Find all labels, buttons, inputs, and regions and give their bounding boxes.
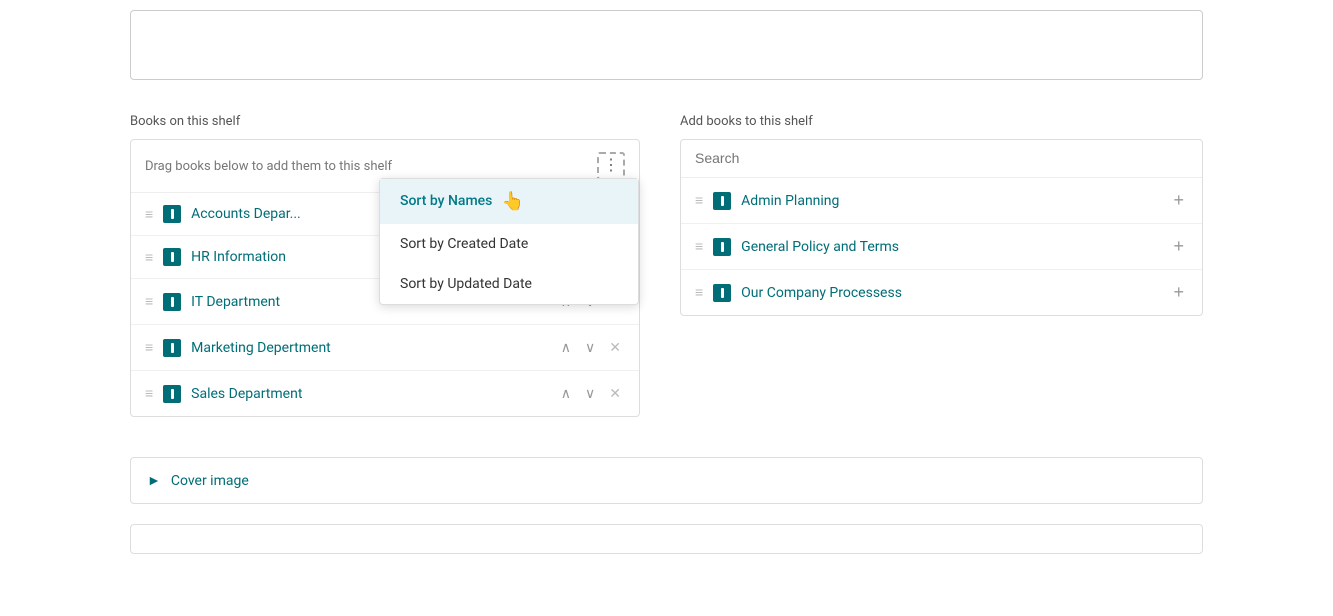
list-item: ≡ General Policy and Terms + bbox=[681, 224, 1202, 270]
book-icon bbox=[163, 205, 181, 223]
three-dots-button[interactable]: ⋮ bbox=[597, 152, 625, 180]
cursor-hand-icon: 👆 bbox=[502, 191, 524, 212]
book-name: Our Company Processess bbox=[741, 285, 1169, 301]
chevron-right-icon: ► bbox=[147, 472, 161, 489]
left-panel-header: Drag books below to add them to this she… bbox=[131, 140, 639, 193]
cover-image-section: ► Cover image bbox=[130, 457, 1203, 504]
sort-by-name-label: Sort by Names bbox=[400, 193, 492, 209]
sort-by-created-item[interactable]: Sort by Created Date bbox=[380, 224, 638, 264]
left-panel: Books on this shelf Drag books below to … bbox=[130, 114, 640, 417]
top-textarea[interactable] bbox=[130, 10, 1203, 80]
right-panel-box: ≡ Admin Planning + ≡ General Policy and … bbox=[680, 139, 1203, 316]
drag-handle-icon: ≡ bbox=[695, 238, 703, 255]
book-icon bbox=[713, 284, 731, 302]
drag-hint: Drag books below to add them to this she… bbox=[145, 159, 392, 174]
book-name: General Policy and Terms bbox=[741, 239, 1169, 255]
dropdown-menu: Sort by Names 👆 Sort by Created Date Sor… bbox=[379, 178, 639, 305]
search-input[interactable] bbox=[695, 150, 1188, 166]
add-book-button[interactable]: + bbox=[1169, 190, 1188, 211]
move-up-button[interactable]: ∧ bbox=[557, 383, 575, 404]
book-icon bbox=[713, 192, 731, 210]
book-name: Marketing Depertment bbox=[191, 340, 557, 356]
sort-by-updated-label: Sort by Updated Date bbox=[400, 276, 532, 292]
move-down-button[interactable]: ∨ bbox=[581, 337, 599, 358]
drag-handle-icon: ≡ bbox=[695, 192, 703, 209]
add-book-button[interactable]: + bbox=[1169, 236, 1188, 257]
row-actions: ∧ ∨ ✕ bbox=[557, 337, 625, 358]
book-icon bbox=[163, 293, 181, 311]
three-dots-icon: ⋮ bbox=[603, 158, 619, 174]
right-panel: Add books to this shelf ≡ Admin Planning… bbox=[680, 114, 1203, 417]
left-panel-label: Books on this shelf bbox=[130, 114, 640, 129]
book-icon bbox=[713, 238, 731, 256]
move-down-button[interactable]: ∨ bbox=[581, 383, 599, 404]
remove-button[interactable]: ✕ bbox=[605, 337, 625, 358]
page-wrapper: Books on this shelf Drag books below to … bbox=[0, 0, 1333, 616]
list-item: ≡ Our Company Processess + bbox=[681, 270, 1202, 315]
table-row: ≡ Marketing Depertment ∧ ∨ ✕ bbox=[131, 325, 639, 371]
drag-handle-icon[interactable]: ≡ bbox=[145, 339, 153, 356]
add-book-button[interactable]: + bbox=[1169, 282, 1188, 303]
book-name: Admin Planning bbox=[741, 193, 1169, 209]
drag-handle-icon[interactable]: ≡ bbox=[145, 249, 153, 266]
sort-by-updated-item[interactable]: Sort by Updated Date bbox=[380, 264, 638, 304]
drag-handle-icon: ≡ bbox=[695, 284, 703, 301]
drag-handle-icon[interactable]: ≡ bbox=[145, 206, 153, 223]
right-panel-label: Add books to this shelf bbox=[680, 114, 1203, 129]
book-icon bbox=[163, 248, 181, 266]
remove-button[interactable]: ✕ bbox=[605, 383, 625, 404]
book-icon bbox=[163, 339, 181, 357]
main-content: Books on this shelf Drag books below to … bbox=[0, 94, 1333, 437]
drag-handle-icon[interactable]: ≡ bbox=[145, 293, 153, 310]
top-textarea-area bbox=[0, 0, 1333, 94]
cover-image-label: Cover image bbox=[171, 473, 249, 489]
search-input-wrapper bbox=[681, 140, 1202, 178]
bottom-area bbox=[130, 524, 1203, 554]
row-actions: ∧ ∨ ✕ bbox=[557, 383, 625, 404]
move-up-button[interactable]: ∧ bbox=[557, 337, 575, 358]
book-name: Sales Department bbox=[191, 386, 557, 402]
left-panel-box: Drag books below to add them to this she… bbox=[130, 139, 640, 417]
sort-by-created-label: Sort by Created Date bbox=[400, 236, 528, 252]
table-row: ≡ Sales Department ∧ ∨ ✕ bbox=[131, 371, 639, 416]
drag-handle-icon[interactable]: ≡ bbox=[145, 385, 153, 402]
sort-by-name-item[interactable]: Sort by Names 👆 bbox=[380, 179, 638, 224]
book-icon bbox=[163, 385, 181, 403]
cover-image-header[interactable]: ► Cover image bbox=[131, 458, 1202, 503]
list-item: ≡ Admin Planning + bbox=[681, 178, 1202, 224]
